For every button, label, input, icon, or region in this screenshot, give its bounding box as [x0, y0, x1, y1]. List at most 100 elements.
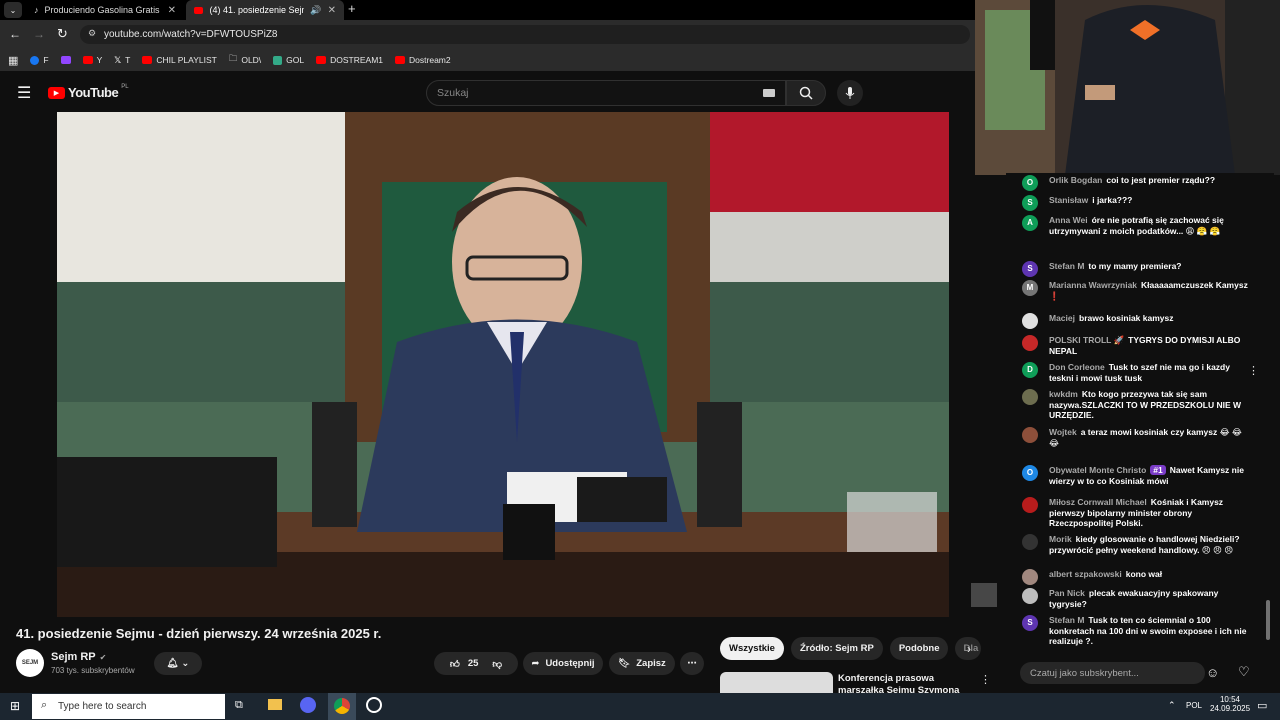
- recommended-thumbnail[interactable]: [720, 672, 833, 693]
- bookmark-gol[interactable]: GOL: [273, 55, 304, 65]
- reload-icon[interactable]: ↻: [57, 26, 68, 42]
- more-actions-button[interactable]: ⋯: [680, 652, 704, 675]
- chevron-right-icon[interactable]: ›: [967, 642, 971, 656]
- chat-avatar[interactable]: [1022, 389, 1038, 405]
- speaker-icon[interactable]: 🔊: [310, 5, 321, 16]
- bookmark-dostream1[interactable]: DOSTREAM1: [316, 55, 383, 65]
- windows-start-icon[interactable]: ⊞: [10, 699, 20, 713]
- chat-author[interactable]: Wojtek: [1049, 427, 1077, 437]
- chat-author[interactable]: Anna Wei: [1049, 215, 1088, 225]
- tab-list-button[interactable]: ⌄: [4, 2, 22, 18]
- keyboard-icon[interactable]: [763, 89, 775, 97]
- miniplayer-thumbnail[interactable]: [971, 583, 997, 607]
- apps-icon[interactable]: ▦: [8, 54, 18, 67]
- save-button[interactable]: 🔖︎ Zapisz: [609, 652, 675, 675]
- chat-author[interactable]: Miłosz Cornwall Michael: [1049, 497, 1147, 507]
- heart-icon[interactable]: ♡: [1238, 664, 1250, 680]
- bookmark-facebook[interactable]: F: [30, 55, 49, 65]
- chat-avatar[interactable]: [1022, 313, 1038, 329]
- back-icon[interactable]: ←: [9, 27, 21, 41]
- chat-scrollbar[interactable]: [1266, 600, 1270, 640]
- chat-avatar[interactable]: A: [1022, 215, 1038, 231]
- search-button[interactable]: [786, 80, 826, 106]
- tab-sejm[interactable]: (4) 41. posiedzenie Sejmu - 🔊 ✕: [186, 0, 344, 20]
- close-tab-icon[interactable]: ✕: [168, 5, 176, 16]
- voice-search-button[interactable]: [837, 80, 863, 106]
- site-info-icon[interactable]: ⚙: [88, 28, 96, 39]
- clock[interactable]: 10:54 24.09.2025: [1210, 695, 1250, 713]
- chat-text: kiedy glosowanie o handlowej Niedzieli? …: [1049, 534, 1240, 555]
- chat-author[interactable]: Obywatel Monte Christo: [1049, 465, 1146, 475]
- chat-author[interactable]: Morik: [1049, 534, 1072, 544]
- chrome-taskbar-button[interactable]: [328, 693, 356, 720]
- chat-avatar[interactable]: D: [1022, 362, 1038, 378]
- chat-author[interactable]: Marianna Wawrzyniak: [1049, 280, 1137, 290]
- taskbar-search[interactable]: ⌕ Type here to search: [32, 694, 225, 719]
- gol-icon: [273, 55, 283, 65]
- chat-author[interactable]: Don Corleone: [1049, 362, 1105, 372]
- youtube-favicon-icon: [194, 6, 204, 14]
- chat-avatar[interactable]: S: [1022, 615, 1038, 631]
- chat-author[interactable]: Stefan M: [1049, 615, 1084, 625]
- chat-author[interactable]: albert szpakowski: [1049, 569, 1122, 579]
- chat-text: i jarka???: [1092, 195, 1133, 205]
- chip-all[interactable]: Wszystkie: [720, 637, 784, 660]
- bookmark-youtube[interactable]: Y: [82, 55, 103, 65]
- bookmark-x[interactable]: 𝕏T: [114, 55, 130, 66]
- notification-bell-button[interactable]: 🔔︎ ⌄: [154, 652, 202, 675]
- chat-author[interactable]: POLSKI TROLL 🚀: [1049, 335, 1124, 345]
- chat-avatar[interactable]: [1022, 497, 1038, 513]
- channel-name[interactable]: Sejm RP ✔: [51, 651, 106, 663]
- menu-icon[interactable]: ☰: [17, 83, 31, 103]
- chat-avatar[interactable]: O: [1022, 465, 1038, 481]
- chat-author[interactable]: Stanisław: [1049, 195, 1088, 205]
- close-tab-icon[interactable]: ✕: [328, 5, 336, 16]
- chat-avatar[interactable]: [1022, 588, 1038, 604]
- forward-icon[interactable]: →: [33, 27, 45, 41]
- chat-avatar[interactable]: [1022, 427, 1038, 443]
- chat-author[interactable]: Pan Nick: [1049, 588, 1085, 598]
- url-field[interactable]: ⚙ youtube.com/watch?v=DFWTOUSPiZ8: [80, 25, 970, 44]
- tab-produciendo[interactable]: ♪ Produciendo Gasolina Gratis co ✕: [26, 0, 184, 20]
- search-input[interactable]: Szukaj: [426, 80, 786, 106]
- chat-avatar[interactable]: [1022, 335, 1038, 351]
- bookmark-chil-playlist[interactable]: CHIL PLAYLIST: [142, 55, 217, 65]
- discord-icon[interactable]: [300, 697, 316, 713]
- message-menu-icon[interactable]: ⋮: [1248, 364, 1259, 377]
- file-explorer-icon[interactable]: [268, 699, 282, 710]
- chat-author[interactable]: Orlik Bogdan: [1049, 175, 1102, 185]
- obs-icon[interactable]: [366, 697, 382, 713]
- chat-avatar[interactable]: O: [1022, 175, 1038, 191]
- chrome-icon: [334, 698, 350, 714]
- chat-author[interactable]: Stefan M: [1049, 261, 1084, 271]
- recommended-menu-icon[interactable]: ⋮: [980, 673, 991, 686]
- bookmark-dostream2[interactable]: Dostream2: [395, 55, 451, 65]
- new-tab-button[interactable]: +: [348, 1, 356, 16]
- chat-avatar[interactable]: M: [1022, 280, 1038, 296]
- recommended-title[interactable]: Konferencja prasowa marszałka Sejmu Szym…: [838, 673, 976, 693]
- chip-source[interactable]: Źródło: Sejm RP: [790, 637, 883, 660]
- tray-chevron-icon[interactable]: ⌃: [1168, 700, 1176, 711]
- notification-icon[interactable]: ▭: [1257, 699, 1267, 712]
- thumb-down-icon[interactable]: 👎︎: [492, 658, 502, 670]
- emoji-icon[interactable]: ☺: [1206, 665, 1219, 680]
- youtube-logo[interactable]: ▶ YouTube PL: [48, 84, 129, 100]
- chat-input[interactable]: Czatuj jako subskrybent...: [1020, 662, 1205, 684]
- share-button[interactable]: ➦ Udostępnij: [523, 652, 603, 675]
- chat-author[interactable]: kwkdm: [1049, 389, 1078, 399]
- bookmark-label: Y: [96, 55, 103, 65]
- chat-avatar[interactable]: [1022, 569, 1038, 585]
- channel-avatar[interactable]: SEJM: [16, 649, 44, 677]
- chat-text: kono wał: [1125, 569, 1163, 579]
- chat-avatar[interactable]: S: [1022, 261, 1038, 277]
- chip-similar[interactable]: Podobne: [889, 637, 949, 660]
- video-player[interactable]: [57, 112, 949, 617]
- bookmark-twitch[interactable]: [60, 56, 71, 64]
- chat-author[interactable]: Maciej: [1049, 313, 1075, 323]
- chat-avatar[interactable]: S: [1022, 195, 1038, 211]
- like-button[interactable]: 👍︎ 25: [450, 658, 479, 670]
- language-indicator[interactable]: POL: [1186, 701, 1202, 710]
- bookmark-folder-old[interactable]: 🗀 OLD\: [229, 53, 261, 67]
- chat-avatar[interactable]: [1022, 534, 1038, 550]
- task-view-icon[interactable]: ⧉: [235, 699, 243, 712]
